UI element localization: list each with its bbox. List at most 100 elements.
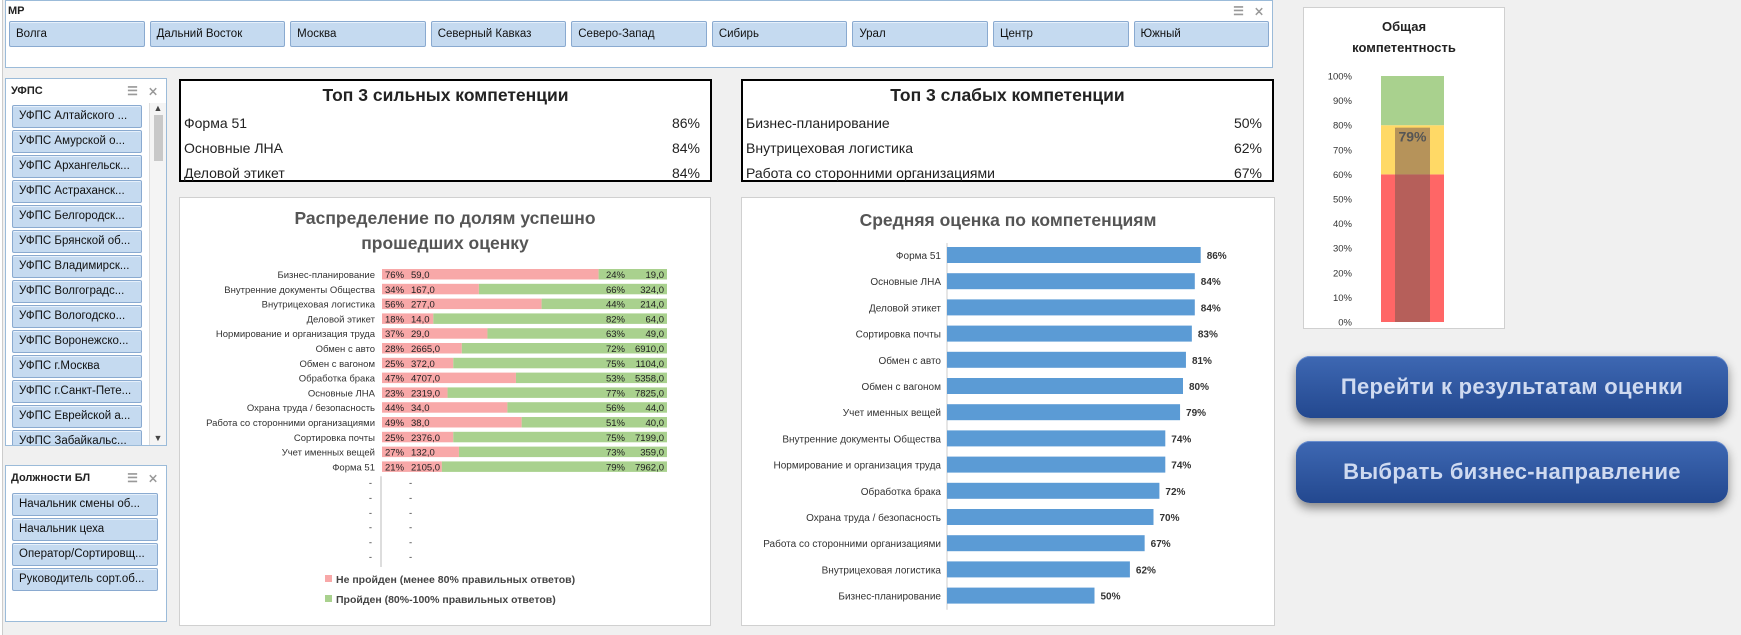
axis-tick-label: 30% [1333,244,1353,255]
axis-tick-label: 20% [1333,268,1353,279]
failed-pct-label: 56% [385,300,405,311]
overall-competence-panel: Общая компетентность 0% 10% 20% 30% 40% 50% 60… [1303,7,1505,329]
average-bar [947,535,1145,552]
distribution-chart-panel: Распределение по долям успешно прошедших… [179,197,711,626]
axis-tick-label: 90% [1333,96,1353,107]
ufps-slicer-item[interactable]: УФПС Амурской о... [12,130,142,153]
mp-slicer-item[interactable]: Северный Кавказ [430,21,567,47]
scroll-up-icon[interactable]: ▲ [150,103,166,113]
top-strong-title: Топ 3 сильных компетенции [322,85,569,105]
ufps-slicer-item[interactable]: УФПС Воронежско... [12,330,142,353]
clear-filter-icon[interactable]: ⨯ [148,84,158,98]
passed-pct-label: 75% [606,433,626,444]
failed-count-label: 4707,0 [411,374,440,385]
ufps-slicer-item[interactable]: УФПС г.Санкт-Пете... [12,380,142,403]
axis-tick-label: 0% [1338,318,1352,329]
ufps-slicer-item[interactable]: УФПС г.Москва [12,355,142,378]
failed-count-label: 2376,0 [411,433,440,444]
mp-slicer: МР ☰ ⨯ Волга Дальний Восток Москва Северный… [5,0,1273,68]
category-label: Деловой этикет [869,303,941,314]
failed-count-label: 29,0 [411,329,430,340]
ufps-slicer-item[interactable]: УФПС Белгородск... [12,205,142,228]
mp-slicer-item[interactable]: Дальний Восток [149,21,286,47]
mp-slicer-item[interactable]: Северо-Запад [571,21,707,47]
axis-tick-label: 70% [1333,145,1353,156]
passed-count-label: 214,0 [640,300,664,311]
failed-pct-label: 76% [385,270,405,281]
failed-count-label: 38,0 [411,418,430,429]
axis-tick-label: 100% [1328,72,1353,83]
value-label: 62% [1136,565,1156,576]
ufps-slicer-item[interactable]: УФПС Владимирск... [12,255,142,278]
mp-slicer-item[interactable]: Волга [9,21,145,47]
average-bar [947,247,1201,263]
clear-filter-icon[interactable]: ⨯ [148,471,158,485]
passed-bar [478,283,667,295]
empty-category-label: - [369,508,372,519]
positions-slicer: Должности БЛ ☰ ⨯ Начальник смены об... На… [5,465,167,622]
category-label: Внутренние документы Общества [224,285,375,296]
average-bar [947,273,1195,290]
scroll-down-icon[interactable]: ▼ [150,433,166,443]
ufps-slicer-item[interactable]: УФПС Астраханск... [12,180,142,203]
sheet-edge [0,0,3,635]
category-label: Обмен с авто [316,344,375,355]
value-label: 84% [1201,303,1221,314]
go-to-results-button[interactable]: Перейти к результатам оценки [1296,356,1728,418]
passed-count-label: 6910,0 [635,344,664,355]
failed-bar [382,298,542,310]
mp-slicer-item[interactable]: Урал [852,21,988,47]
mp-slicer-item[interactable]: Москва [290,21,426,47]
overall-competence-chart: 0% 10% 20% 30% 40% 50% 60% 70% 80% 90% 100% 79% [1328,72,1444,329]
ufps-slicer-item[interactable]: УФПС Алтайского ... [12,105,142,128]
passed-pct-label: 63% [606,329,626,340]
competence-value: 50% [1233,114,1262,131]
failed-pct-label: 37% [385,329,405,340]
ufps-slicer-item[interactable]: УФПС Вологодско... [12,305,142,328]
multi-select-icon[interactable]: ☰ [1233,4,1244,18]
mp-slicer-item[interactable]: Центр [992,21,1129,47]
mp-slicer-item[interactable]: Сибирь [711,21,848,47]
ufps-slicer-item[interactable]: УФПС Забайкальс... [12,430,142,445]
gauge-value-label: 79% [1398,129,1427,145]
clear-filter-icon[interactable]: ⨯ [1254,4,1264,18]
overall-title-1: Общая [1381,19,1427,34]
passed-pct-label: 77% [606,388,626,399]
distribution-chart: Бизнес-планирование 76% 59,0 24% 19,0 Внутрен… [206,269,667,606]
positions-slicer-item[interactable]: Начальник цеха [12,518,158,541]
competence-name: Деловой этикет [184,164,285,181]
mp-slicer-item[interactable]: Южный [1133,21,1270,47]
failed-pct-label: 34% [385,285,405,296]
positions-slicer-item[interactable]: Руководитель сорт.об... [12,568,158,591]
ufps-slicer-item[interactable]: УФПС Архангельск... [12,155,142,178]
category-label: Бизнес-планирование [278,270,376,281]
choose-business-direction-label: Выбрать бизнес-направление [1343,459,1681,484]
ufps-slicer-item[interactable]: УФПС Волгоградс... [12,280,142,303]
scroll-thumb[interactable] [153,115,163,161]
multi-select-icon[interactable]: ☰ [127,471,138,485]
average-bar [947,325,1192,342]
failed-count-label: 132,0 [411,448,435,459]
competence-value: 84% [671,139,700,156]
ufps-slicer-item[interactable]: УФПС Брянской об... [12,230,142,253]
value-label: 84% [1201,277,1221,288]
category-label: Форма 51 [332,462,375,473]
positions-slicer-item[interactable]: Начальник смены об... [12,493,158,516]
axis-tick-label: 10% [1333,293,1353,304]
multi-select-icon[interactable]: ☰ [127,84,138,98]
passed-count-label: 7199,0 [635,433,664,444]
choose-business-direction-button[interactable]: Выбрать бизнес-направление [1296,441,1728,503]
positions-slicer-item[interactable]: Оператор/Сортировщ... [12,543,158,566]
average-chart-panel: Средняя оценка по компетенциям Форма 51 8… [741,197,1275,626]
ufps-slicer-item[interactable]: УФПС Еврейской а... [12,405,142,428]
distribution-chart-title-1: Распределение по долям успешно [294,208,596,228]
axis-tick-label: 60% [1333,170,1353,181]
ufps-scrollbar[interactable]: ▲ ▼ [149,103,166,445]
distribution-chart-title-2: прошедших оценку [361,233,529,253]
empty-value-label: - [409,523,412,534]
top-row: Основные ЛНА 84% [181,135,710,160]
category-label: Обработка брака [299,374,376,385]
passed-count-label: 40,0 [646,418,665,429]
competence-name: Форма 51 [184,114,248,131]
ufps-slicer-title: УФПС [11,85,43,97]
